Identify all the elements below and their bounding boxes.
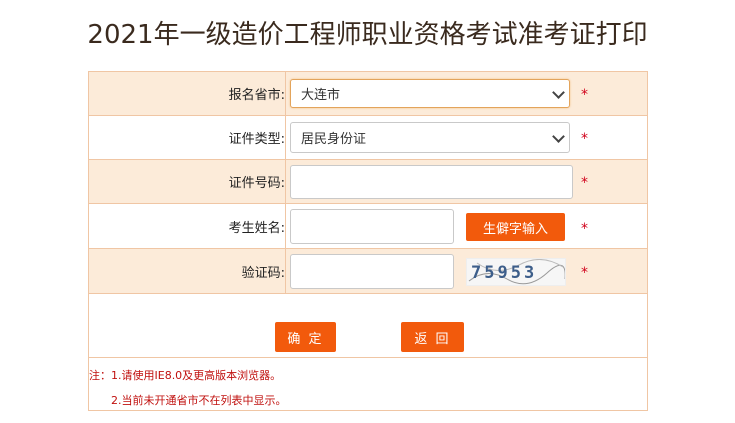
captcha-row: 验证码: 75953 * xyxy=(89,249,647,294)
divider xyxy=(89,357,647,358)
required-marker: * xyxy=(581,175,588,191)
id-number-row: 证件号码: * xyxy=(89,160,647,204)
note-line-2: 2.当前未开通省市不在列表中显示。 xyxy=(111,394,287,407)
id-type-select[interactable]: 居民身份证 xyxy=(290,122,570,153)
required-marker: * xyxy=(581,87,588,103)
province-label: 报名省市: xyxy=(228,88,285,103)
candidate-name-label: 考生姓名: xyxy=(228,220,285,236)
required-marker: * xyxy=(581,131,588,147)
id-number-input[interactable] xyxy=(290,165,573,199)
candidate-name-input[interactable] xyxy=(290,209,454,244)
chevron-down-icon xyxy=(552,129,565,143)
rare-character-input-button[interactable]: 生僻字输入 xyxy=(466,213,565,241)
id-number-label: 证件号码: xyxy=(228,176,285,191)
id-type-row: 证件类型: 居民身份证 * xyxy=(89,116,647,160)
province-row: 报名省市: 大连市 * xyxy=(89,72,647,116)
id-type-select-value: 居民身份证 xyxy=(301,132,367,147)
page-title: 2021年一级造价工程师职业资格考试准考证打印 xyxy=(87,20,648,50)
required-marker: * xyxy=(581,221,588,237)
captcha-digit: 75953 xyxy=(471,263,537,283)
province-select[interactable]: 大连市 xyxy=(290,79,570,108)
province-select-value: 大连市 xyxy=(301,88,341,103)
confirm-button[interactable]: 确 定 xyxy=(275,322,336,352)
required-marker: * xyxy=(581,265,588,281)
captcha-text: 75953 xyxy=(471,263,537,283)
captcha-input[interactable] xyxy=(290,254,454,289)
captcha-label: 验证码: xyxy=(241,265,285,281)
chevron-down-icon xyxy=(552,85,565,99)
back-button[interactable]: 返 回 xyxy=(401,322,464,352)
note-line-1: 注：1.请使用IE8.0及更高版本浏览器。 xyxy=(89,369,282,382)
captcha-image[interactable]: 75953 xyxy=(466,258,566,286)
admission-ticket-form: 报名省市: 大连市 * 证件类型: 居民身份证 * 证件号码: * 考生姓名: … xyxy=(88,71,648,411)
candidate-name-row: 考生姓名: 生僻字输入 * xyxy=(89,204,647,249)
id-type-label: 证件类型: xyxy=(228,132,285,147)
